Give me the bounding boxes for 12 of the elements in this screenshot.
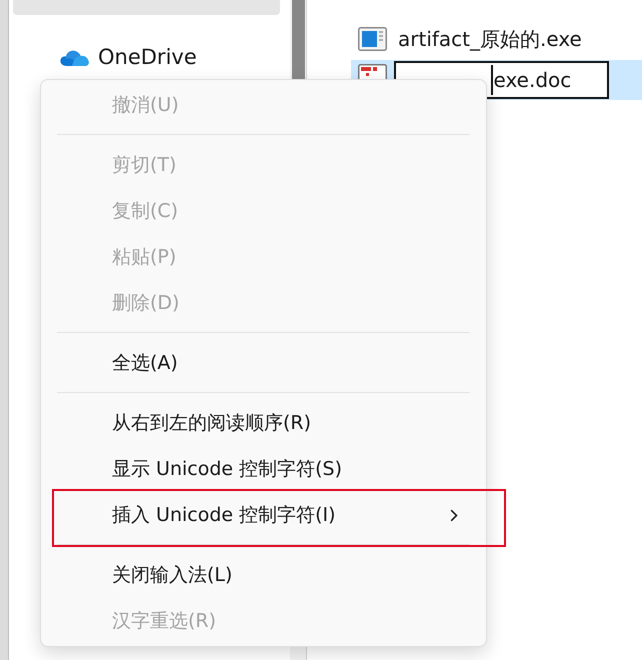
application-file-icon: [358, 27, 387, 51]
menu-item[interactable]: 从右到左的阅读顺序(R): [40, 400, 487, 446]
menu-item[interactable]: 全选(A): [40, 340, 487, 386]
nav-item[interactable]: OneDrive: [13, 40, 280, 74]
file-name[interactable]: artifact_原始的.exe: [398, 26, 582, 52]
document-file-icon: [358, 64, 387, 79]
menu-item[interactable]: 显示 Unicode 控制字符(S): [40, 446, 487, 492]
file-row[interactable]: artifact_原始的.exe: [351, 22, 642, 56]
menu-item[interactable]: 关闭输入法(L): [40, 552, 487, 598]
text-cursor-icon: [491, 65, 492, 95]
menu-item[interactable]: 插入 Unicode 控制字符(I): [40, 492, 487, 538]
nav-item[interactable]: [13, 0, 280, 15]
